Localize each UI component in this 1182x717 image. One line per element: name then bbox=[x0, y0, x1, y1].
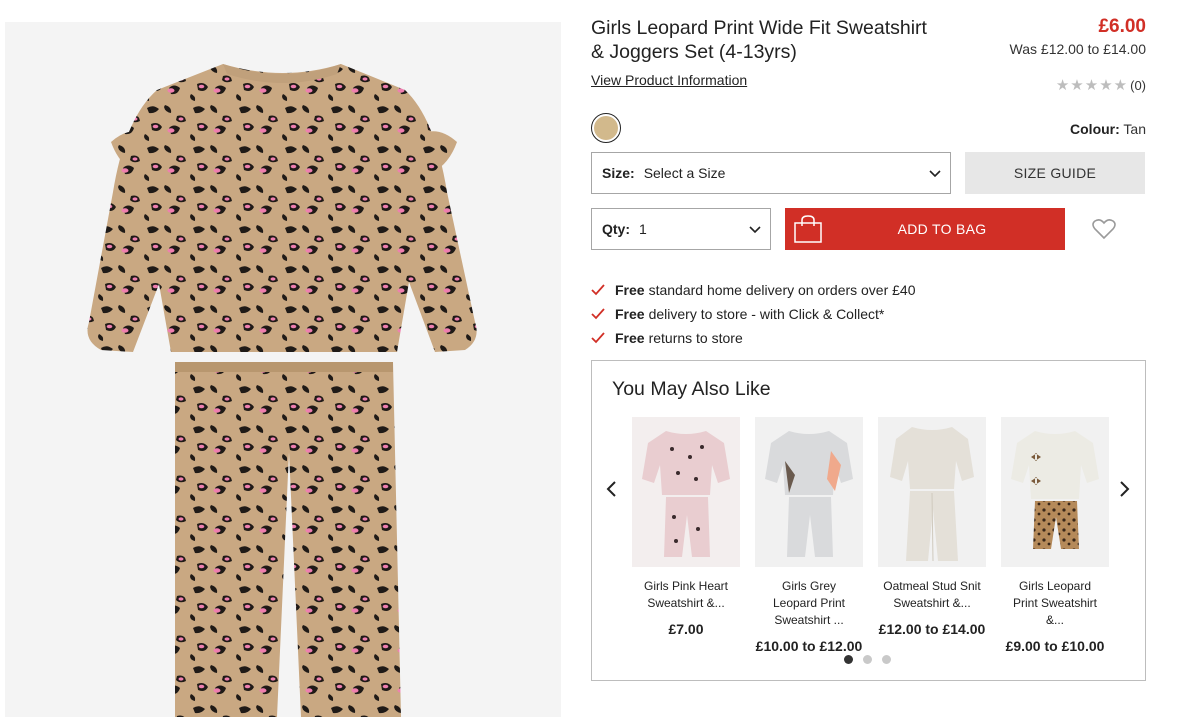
current-price: £6.00 bbox=[1098, 16, 1146, 37]
checkmark-icon bbox=[591, 284, 615, 296]
star-rating-icon: ★★★★★ bbox=[1055, 77, 1129, 94]
shopping-bag-icon bbox=[785, 208, 831, 250]
product-card-price: £7.00 bbox=[668, 621, 704, 637]
view-product-information-link[interactable]: View Product Information bbox=[591, 72, 747, 88]
benefit-text: standard home delivery on orders over £4… bbox=[648, 282, 916, 298]
product-card[interactable]: Girls Leopard Print Sweatshirt &... £9.0… bbox=[1001, 417, 1109, 654]
you-may-also-like-carousel: You May Also Like Girls Pink Heart Sweat… bbox=[591, 360, 1146, 681]
rating[interactable]: ★★★★★ (0) bbox=[1056, 76, 1146, 94]
product-thumbnail bbox=[755, 417, 863, 567]
benefit-bold: Free bbox=[615, 330, 645, 346]
benefit-text: returns to store bbox=[648, 330, 743, 346]
product-info-panel: Girls Leopard Print Wide Fit Sweatshirt … bbox=[591, 0, 1146, 717]
benefit-bold: Free bbox=[615, 306, 645, 322]
benefit-item: Free returns to store bbox=[591, 326, 916, 350]
size-label: Size: bbox=[602, 165, 635, 181]
add-to-bag-button[interactable]: ADD TO BAG bbox=[785, 208, 1065, 250]
carousel-heading: You May Also Like bbox=[612, 378, 771, 400]
heart-icon[interactable] bbox=[1092, 218, 1116, 240]
size-guide-button[interactable]: SIZE GUIDE bbox=[965, 152, 1145, 194]
delivery-benefits-list: Free standard home delivery on orders ov… bbox=[591, 278, 916, 350]
size-select[interactable]: Size: Select a Size bbox=[591, 152, 951, 194]
product-image[interactable] bbox=[5, 22, 561, 717]
product-card-name: Girls Grey Leopard Print Sweatshirt ... bbox=[772, 579, 846, 627]
product-card[interactable]: Girls Grey Leopard Print Sweatshirt ... … bbox=[755, 417, 863, 654]
chevron-down-icon bbox=[749, 226, 761, 234]
colour-label: Colour: bbox=[1070, 121, 1120, 137]
swatch-fill bbox=[594, 116, 618, 140]
rating-count: (0) bbox=[1130, 77, 1146, 93]
product-card-name: Girls Leopard Print Sweatshirt &... bbox=[1012, 579, 1098, 627]
qty-label: Qty: bbox=[602, 221, 630, 237]
product-card-price: £12.00 to £14.00 bbox=[878, 621, 986, 637]
product-card-name: Oatmeal Stud Snit Sweatshirt &... bbox=[883, 579, 981, 610]
checkmark-icon bbox=[591, 308, 615, 320]
chevron-left-icon[interactable] bbox=[605, 480, 617, 498]
carousel-dot[interactable] bbox=[863, 655, 872, 664]
benefit-item: Free standard home delivery on orders ov… bbox=[591, 278, 916, 302]
product-title: Girls Leopard Print Wide Fit Sweatshirt … bbox=[591, 17, 927, 63]
product-card-price: £9.00 to £10.00 bbox=[1005, 638, 1105, 654]
colour-swatch-tan[interactable] bbox=[591, 113, 621, 143]
product-card[interactable]: Girls Pink Heart Sweatshirt &... £7.00 bbox=[632, 417, 740, 637]
chevron-down-icon bbox=[929, 170, 941, 178]
carousel-dot[interactable] bbox=[882, 655, 891, 664]
product-thumbnail bbox=[632, 417, 740, 567]
size-value: Select a Size bbox=[643, 165, 726, 181]
was-price: Was £12.00 to £14.00 bbox=[1009, 41, 1146, 57]
qty-value: 1 bbox=[639, 221, 647, 237]
carousel-pagination bbox=[844, 655, 891, 664]
product-thumbnail bbox=[1001, 417, 1109, 567]
product-card[interactable]: Oatmeal Stud Snit Sweatshirt &... £12.00… bbox=[878, 417, 986, 637]
product-card-name: Girls Pink Heart Sweatshirt &... bbox=[643, 579, 729, 610]
chevron-right-icon[interactable] bbox=[1119, 480, 1131, 498]
benefit-item: Free delivery to store - with Click & Co… bbox=[591, 302, 916, 326]
checkmark-icon bbox=[591, 332, 615, 344]
benefit-bold: Free bbox=[615, 282, 645, 298]
carousel-dot[interactable] bbox=[844, 655, 853, 664]
colour-info: Colour: Tan bbox=[1070, 121, 1146, 137]
colour-value: Tan bbox=[1123, 121, 1146, 137]
benefit-text: delivery to store - with Click & Collect… bbox=[648, 306, 885, 322]
product-card-price: £10.00 to £12.00 bbox=[755, 638, 863, 654]
quantity-select[interactable]: Qty: 1 bbox=[591, 208, 771, 250]
product-thumbnail bbox=[878, 417, 986, 567]
leopard-print-outfit-image bbox=[87, 64, 477, 717]
add-to-bag-label: ADD TO BAG bbox=[897, 221, 987, 237]
